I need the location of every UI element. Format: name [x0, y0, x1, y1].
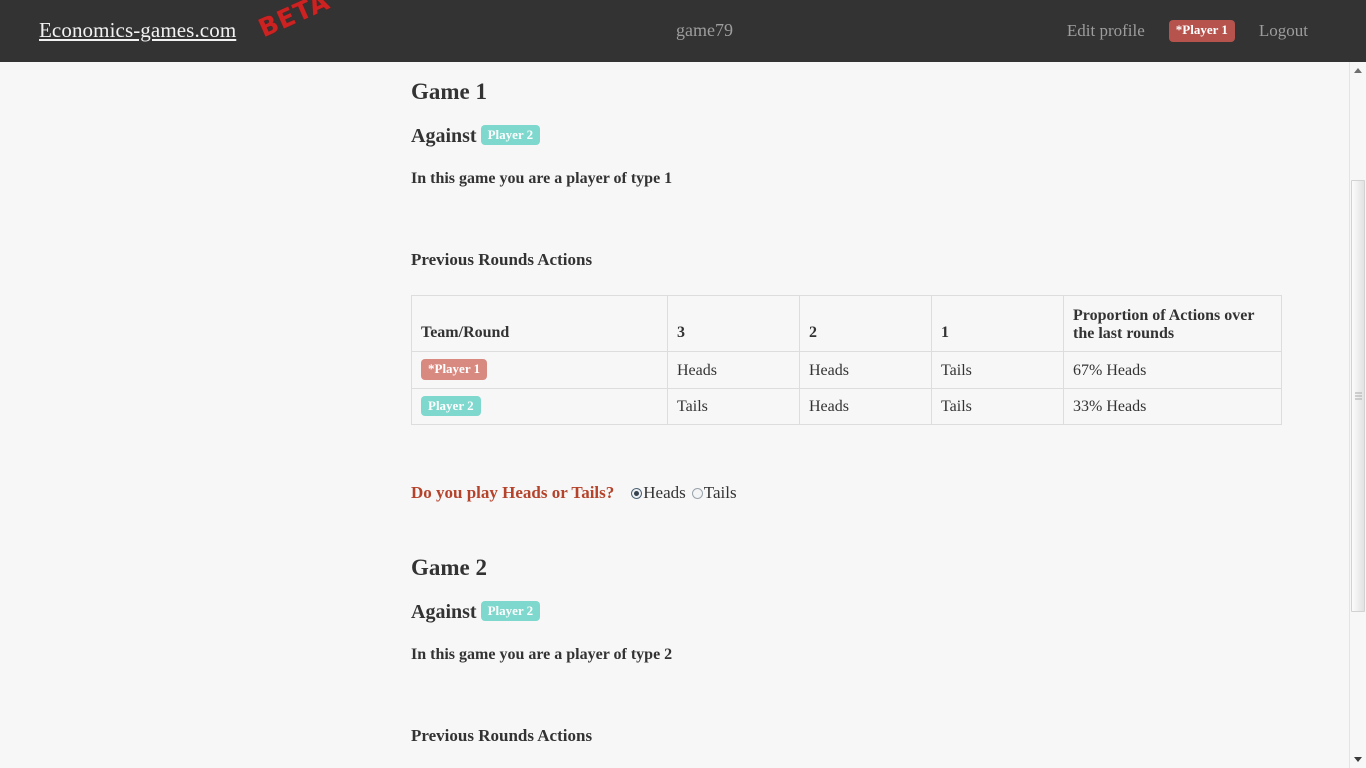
cell-round-3: Tails: [667, 387, 800, 426]
game-2-against-label: Against: [411, 600, 477, 623]
cell-round-3: Heads: [667, 351, 800, 389]
logout-link[interactable]: Logout: [1241, 0, 1326, 62]
top-navbar: Economics-games.com BETA game79 Edit pro…: [0, 0, 1366, 62]
page-content: Game 1 Against Player 2 In this game you …: [0, 62, 1349, 768]
radio-tails-label: Tails: [703, 483, 737, 503]
chevron-up-icon: [1354, 68, 1362, 73]
cell-round-2: Heads: [799, 351, 932, 389]
game-2-opponent-badge: Player 2: [480, 600, 541, 622]
cell-team: *Player 1: [411, 351, 668, 389]
table-row: Player 2 Tails Heads Tails 33% Heads: [411, 387, 1282, 426]
game-1-type-text: In this game you are a player of type 1: [411, 169, 673, 187]
scroll-down-button[interactable]: [1350, 751, 1366, 768]
game-2-previous-rounds-heading: Previous Rounds Actions: [411, 725, 593, 745]
th-round-1: 1: [931, 295, 1064, 352]
content-inner: Game 1 Against Player 2 In this game you …: [0, 62, 1349, 768]
game-1-title: Game 1: [411, 79, 488, 104]
edit-profile-link[interactable]: Edit profile: [1049, 0, 1163, 62]
page-scrollbar[interactable]: [1349, 62, 1366, 768]
game-section-1: Game 1 Against Player 2 In this game you …: [411, 69, 1349, 503]
th-team-round: Team/Round: [411, 295, 668, 352]
grip-icon: [1355, 392, 1362, 400]
game-2-type-text: In this game you are a player of type 2: [411, 645, 673, 663]
game-2-title: Game 2: [411, 555, 488, 581]
cell-round-1: Tails: [931, 387, 1064, 426]
game-1-question-row: Do you play Heads or Tails? Heads Tails: [411, 425, 1349, 503]
radio-tails-input[interactable]: [691, 488, 703, 500]
cell-round-1: Tails: [931, 351, 1064, 389]
game-section-2: Game 2 Against Player 2 In this game you …: [411, 545, 1349, 768]
navbar-right-group: Edit profile *Player 1 Logout: [1049, 0, 1326, 62]
site-brand-link[interactable]: Economics-games.com: [39, 18, 236, 43]
game-1-against: Against Player 2: [411, 110, 1349, 151]
radio-heads-input[interactable]: [631, 488, 643, 500]
cell-proportion: 33% Heads: [1063, 387, 1282, 426]
scrollbar-thumb[interactable]: [1351, 180, 1365, 612]
radio-option-heads[interactable]: Heads: [631, 483, 686, 503]
player-badge: Player 2: [421, 395, 481, 417]
chevron-down-icon: [1354, 757, 1362, 762]
game-2-against: Against Player 2: [411, 586, 1349, 627]
th-proportion: Proportion of Actions over the last roun…: [1063, 295, 1282, 352]
current-player-badge: *Player 1: [1168, 20, 1235, 42]
player-badge: *Player 1: [421, 359, 488, 380]
radio-heads-label: Heads: [643, 483, 686, 503]
cell-round-2: Heads: [799, 387, 932, 426]
table-header-row: Team/Round 3 2 1 Proportion of Actions o…: [411, 295, 1282, 352]
game-1-rounds-table: Team/Round 3 2 1 Proportion of Actions o…: [411, 295, 1282, 426]
table-row: *Player 1 Heads Heads Tails 67% Heads: [411, 351, 1282, 389]
game-1-question-label: Do you play Heads or Tails?: [411, 483, 615, 503]
cell-proportion: 67% Heads: [1063, 351, 1282, 389]
th-round-2: 2: [799, 295, 932, 352]
game-1-radio-group[interactable]: Heads Tails: [631, 483, 737, 503]
radio-option-tails[interactable]: Tails: [691, 483, 737, 503]
game-1-against-label: Against: [411, 124, 477, 147]
game-id-label: game79: [676, 20, 733, 40]
beta-stamp-icon: BETA: [254, 0, 335, 43]
th-round-3: 3: [667, 295, 800, 352]
game-1-previous-rounds-heading: Previous Rounds Actions: [411, 249, 593, 269]
scroll-up-button[interactable]: [1350, 62, 1366, 79]
cell-team: Player 2: [411, 387, 668, 426]
game-1-opponent-badge: Player 2: [480, 124, 541, 146]
